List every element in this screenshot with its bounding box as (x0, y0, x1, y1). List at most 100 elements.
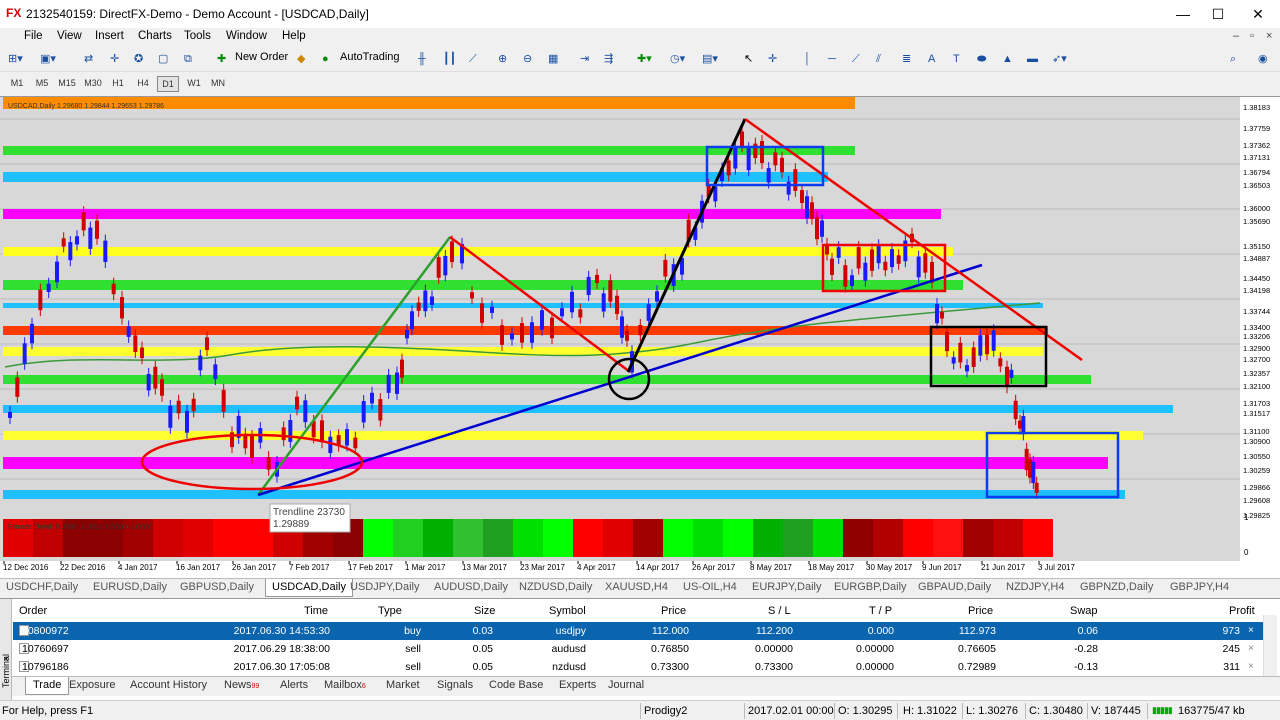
col-profit[interactable]: Profit (1229, 605, 1255, 617)
chart-tab-gbpaud-daily[interactable]: GBPAUD,Daily (918, 581, 991, 593)
col-current-price[interactable]: Price (968, 605, 993, 617)
templates-icon[interactable]: ▤▾ (702, 50, 718, 68)
chart-tab-gbpnzd-daily[interactable]: GBPNZD,Daily (1080, 581, 1153, 593)
chart-tab-usdcad-daily[interactable]: USDCAD,Daily (265, 579, 353, 597)
autotrading-button[interactable]: AutoTrading (340, 51, 400, 63)
chart-tab-xauusd-h4[interactable]: XAUUSD,H4 (605, 581, 668, 593)
metaeditor-icon[interactable]: ◆ (297, 50, 305, 68)
chart-tab-nzdusd-daily[interactable]: NZDUSD,Daily (519, 581, 592, 593)
close-button[interactable]: ✕ (1235, 0, 1280, 28)
order-row[interactable]: 10796186 2017.06.30 17:05:08 sell 0.05 nzdus… (13, 658, 1263, 676)
col-type[interactable]: Type (378, 605, 402, 617)
vertical-line-icon[interactable]: │ (804, 50, 811, 68)
menu-file[interactable]: File (24, 30, 43, 42)
tf-m1[interactable]: M1 (6, 78, 28, 88)
col-swap[interactable]: Swap (1070, 605, 1098, 617)
terminal-tab-market[interactable]: Market (386, 679, 420, 691)
col-symbol[interactable]: Symbol (549, 605, 586, 617)
chart-tab-audusd-daily[interactable]: AUDUSD,Daily (434, 581, 508, 593)
price-chart[interactable]: Trendline 23730 1.29889 USDCAD,Daily 1.2… (0, 97, 1280, 579)
triangle-icon[interactable]: ▲ (1002, 50, 1013, 68)
data-window-icon[interactable]: ✛ (110, 50, 119, 68)
chart-tab-nzdjpy-h4[interactable]: NZDJPY,H4 (1006, 581, 1064, 593)
terminal-tab-account-history[interactable]: Account History (130, 679, 207, 691)
chart-shift-icon[interactable]: ⇥ (580, 50, 589, 68)
order-row[interactable]: 10760697 2017.06.29 18:38:00 sell 0.05 audus… (13, 640, 1263, 658)
menu-charts[interactable]: Charts (138, 30, 172, 42)
zoom-in-icon[interactable]: ⊕ (498, 50, 507, 68)
terminal-scrollbar[interactable] (1263, 615, 1277, 677)
terminal-icon[interactable]: ▢ (158, 50, 168, 68)
horizontal-line-icon[interactable]: ─ (828, 50, 836, 68)
chart-tab-eurjpy-daily[interactable]: EURJPY,Daily (752, 581, 822, 593)
col-size[interactable]: Size (474, 605, 495, 617)
arrows-icon[interactable]: ➶▾ (1052, 50, 1067, 68)
close-order-icon[interactable]: × (1248, 661, 1254, 672)
terminal-tab-alerts[interactable]: Alerts (280, 679, 308, 691)
tile-windows-icon[interactable]: ▦ (548, 50, 558, 68)
chart-tab-eurgbp-daily[interactable]: EURGBP,Daily (834, 581, 907, 593)
new-order-icon[interactable]: ✚ (217, 50, 226, 68)
chart-tab-gbpjpy-h4[interactable]: GBPJPY,H4 (1170, 581, 1229, 593)
chart-tab-eurusd-daily[interactable]: EURUSD,Daily (93, 581, 167, 593)
equidistant-channel-icon[interactable]: ⫽ (876, 50, 881, 68)
market-watch-icon[interactable]: ⇄ (84, 50, 93, 68)
tf-h4[interactable]: H4 (132, 78, 154, 88)
trendline-icon[interactable]: ⟋ (852, 50, 860, 68)
chart-tab-gbpusd-daily[interactable]: GBPUSD,Daily (180, 581, 254, 593)
zoom-out-icon[interactable]: ⊖ (523, 50, 532, 68)
terminal-tab-signals[interactable]: Signals (437, 679, 473, 691)
tf-m5[interactable]: M5 (31, 78, 53, 88)
terminal-tab-experts[interactable]: Experts (559, 679, 596, 691)
order-row[interactable]: 10800972 2017.06.30 14:53:30 buy 0.03 usdjpy… (13, 622, 1263, 640)
terminal-tab-mailbox[interactable]: Mailbox6 (324, 679, 366, 691)
new-order-button[interactable]: New Order (235, 51, 288, 63)
fibonacci-icon[interactable]: ≣ (902, 50, 911, 68)
line-chart-icon[interactable]: ⟋ (469, 50, 477, 68)
chart-tab-usdjpy-daily[interactable]: USDJPY,Daily (350, 581, 420, 593)
terminal-tab-exposure[interactable]: Exposure (69, 679, 115, 691)
close-order-icon[interactable]: × (1248, 643, 1254, 654)
ellipse-icon[interactable]: ⬬ (977, 50, 986, 68)
tf-mn[interactable]: MN (207, 78, 229, 88)
col-price[interactable]: Price (661, 605, 686, 617)
col-time[interactable]: Time (304, 605, 328, 617)
text-label-icon[interactable]: T (953, 50, 960, 68)
auto-scroll-icon[interactable]: ⇶ (604, 50, 613, 68)
tf-d1[interactable]: D1 (157, 76, 179, 92)
menu-help[interactable]: Help (282, 30, 306, 42)
status-profile[interactable]: Prodigy2 (644, 705, 687, 717)
terminal-tab-journal[interactable]: Journal (608, 679, 644, 691)
close-order-icon[interactable]: × (1248, 625, 1254, 636)
mdi-restore-icon[interactable]: ▫ (1250, 30, 1254, 42)
rectangle-icon[interactable]: ▬ (1027, 50, 1038, 68)
candlestick-icon[interactable]: ┃┃ (443, 50, 456, 68)
periods-icon[interactable]: ◷▾ (670, 50, 685, 68)
autotrading-icon[interactable]: ● (322, 50, 329, 68)
bar-chart-icon[interactable]: ╫ (418, 50, 426, 68)
menu-tools[interactable]: Tools (184, 30, 211, 42)
col-tp[interactable]: T / P (869, 605, 892, 617)
col-order[interactable]: Order (19, 605, 47, 617)
tf-h1[interactable]: H1 (107, 78, 129, 88)
new-chart-icon[interactable]: ⊞▾ (8, 50, 23, 68)
crosshair-icon[interactable]: ✛ (768, 50, 777, 68)
profiles-icon[interactable]: ▣▾ (40, 50, 56, 68)
terminal-tab-code-base[interactable]: Code Base (489, 679, 543, 691)
search-icon[interactable]: ⌕ (1230, 50, 1236, 68)
text-icon[interactable]: A (928, 50, 935, 68)
terminal-tab-trade[interactable]: Trade (25, 677, 70, 695)
chat-icon[interactable]: ◉ (1258, 50, 1268, 68)
chart-tab-usdchf-daily[interactable]: USDCHF,Daily (6, 581, 78, 593)
col-sl[interactable]: S / L (768, 605, 791, 617)
tf-w1[interactable]: W1 (183, 78, 205, 88)
menu-window[interactable]: Window (226, 30, 267, 42)
cursor-icon[interactable]: ↖ (744, 50, 753, 68)
chart-window[interactable]: Trendline 23730 1.29889 USDCAD,Daily 1.2… (0, 96, 1280, 579)
strategy-tester-icon[interactable]: ⧉ (184, 50, 192, 68)
tf-m30[interactable]: M30 (82, 78, 104, 88)
menu-insert[interactable]: Insert (95, 30, 124, 42)
chart-tab-us-oil-h4[interactable]: US-OIL,H4 (683, 581, 737, 593)
navigator-icon[interactable]: ✪ (134, 50, 143, 68)
mdi-close-icon[interactable]: × (1266, 30, 1272, 42)
